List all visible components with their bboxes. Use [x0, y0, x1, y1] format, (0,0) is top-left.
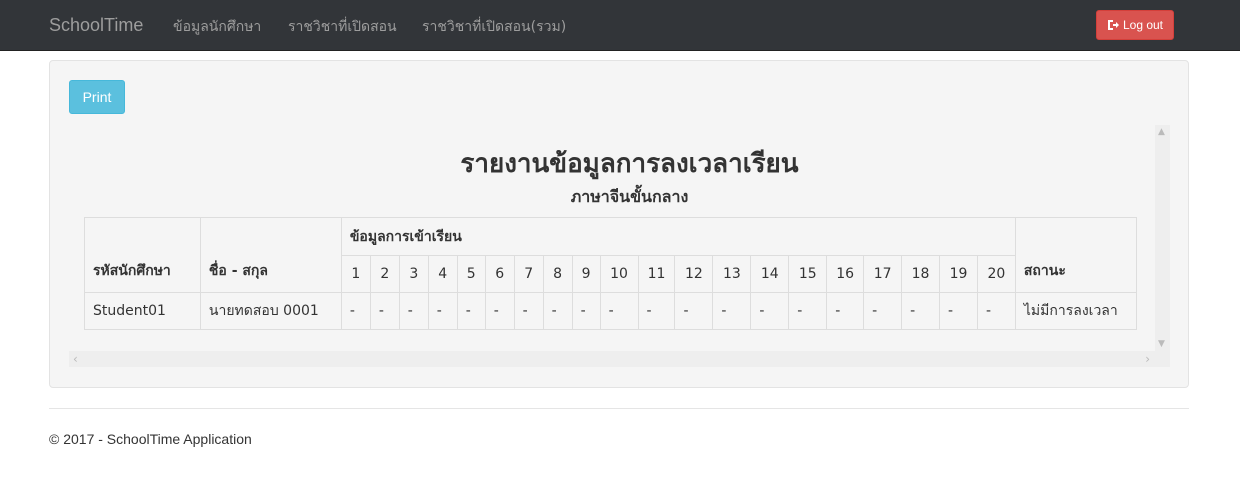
scroll-right-arrow-icon[interactable]: › [1145, 352, 1150, 366]
header-session: 18 [901, 255, 941, 293]
report-scroll-area[interactable]: รายงานข้อมูลการลงเวลาเรียน ภาษาจีนขั้นกล… [69, 125, 1170, 369]
header-session: 12 [674, 255, 714, 293]
header-session: 6 [484, 255, 515, 293]
cell-session: - [484, 292, 515, 330]
header-session: 10 [599, 255, 639, 293]
header-session: 4 [427, 255, 458, 293]
cell-session: - [788, 292, 828, 330]
horizontal-scrollbar[interactable]: ‹ › [69, 351, 1170, 367]
print-button[interactable]: Print [69, 80, 125, 114]
cell-session: - [398, 292, 429, 330]
cell-session: - [939, 292, 978, 330]
scroll-down-arrow-icon[interactable]: ▼ [1158, 339, 1165, 349]
header-session: 2 [369, 255, 400, 293]
header-session: 19 [939, 255, 978, 293]
nav-item-courses[interactable]: ราชวิชาที่เปิดสอน [288, 16, 397, 38]
header-session: 1 [340, 255, 371, 293]
cell-session: - [674, 292, 714, 330]
header-session: 15 [788, 255, 828, 293]
scroll-up-arrow-icon[interactable]: ▲ [1158, 127, 1165, 137]
cell-session: - [712, 292, 752, 330]
cell-session: - [513, 292, 544, 330]
report-subtitle: ภาษาจีนขั้นกลาง [570, 187, 689, 206]
header-session: 5 [456, 255, 486, 293]
header-session: 9 [571, 255, 601, 293]
cell-session: - [826, 292, 865, 330]
cell-student-id: Student01 [84, 292, 201, 330]
header-session: 13 [712, 255, 752, 293]
header-session: 20 [976, 255, 1016, 293]
header-session: 17 [863, 255, 903, 293]
logout-button[interactable]: Log out [1096, 10, 1174, 40]
header-session: 11 [637, 255, 676, 293]
brand-link[interactable]: SchoolTime [49, 15, 143, 36]
header-session: 7 [513, 255, 544, 293]
header-session: 16 [826, 255, 865, 293]
report-title: รายงานข้อมูลการลงเวลาเรียน [460, 149, 799, 179]
header-session: 8 [542, 255, 573, 293]
vertical-scrollbar[interactable]: ▲ ▼ [1155, 125, 1170, 351]
attendance-table: รหัสนักศึกษา ชื่อ - สกุล ข้อมูลการเข้าเร… [84, 217, 1138, 330]
footer-divider [49, 408, 1189, 409]
cell-session: - [976, 292, 1016, 330]
cell-name: นายทดสอบ 0001 [199, 292, 342, 330]
cell-session: - [750, 292, 790, 330]
cell-session: - [901, 292, 941, 330]
sign-out-icon [1107, 20, 1119, 30]
cell-session: - [369, 292, 400, 330]
cell-session: - [427, 292, 458, 330]
cell-session: - [637, 292, 676, 330]
cell-status: ไม่มีการลงเวลา [1014, 292, 1138, 330]
table-row: Student01 นายทดสอบ 0001- - - - - - - - - - - - - - - - - -… [84, 292, 1138, 330]
header-session: 3 [398, 255, 429, 293]
cell-session: - [599, 292, 639, 330]
scroll-left-arrow-icon[interactable]: ‹ [73, 352, 78, 366]
logout-label: Log out [1122, 18, 1164, 32]
nav-item-student-info[interactable]: ข้อมูลนักศึกษา [173, 16, 261, 38]
header-session: 14 [750, 255, 790, 293]
footer-text: © 2017 - SchoolTime Application [49, 431, 252, 447]
header-status: สถานะ [1014, 217, 1138, 293]
cell-session: - [571, 292, 601, 330]
cell-session: - [340, 292, 371, 330]
header-name: ชื่อ - สกุล [199, 217, 342, 293]
navbar: SchoolTime ข้อมูลนักศึกษา ราชวิชาที่เปิด… [0, 0, 1240, 51]
report-panel: Print รายงานข้อมูลการลงเวลาเรียน ภาษาจีน… [49, 60, 1189, 388]
header-attendance: ข้อมูลการเข้าเรียน [340, 217, 1016, 256]
cell-session: - [542, 292, 573, 330]
cell-session: - [456, 292, 486, 330]
cell-session: - [863, 292, 903, 330]
nav-item-courses-all[interactable]: ราชวิชาที่เปิดสอน(รวม) [422, 16, 566, 38]
header-student-id: รหัสนักศึกษา [84, 217, 201, 293]
